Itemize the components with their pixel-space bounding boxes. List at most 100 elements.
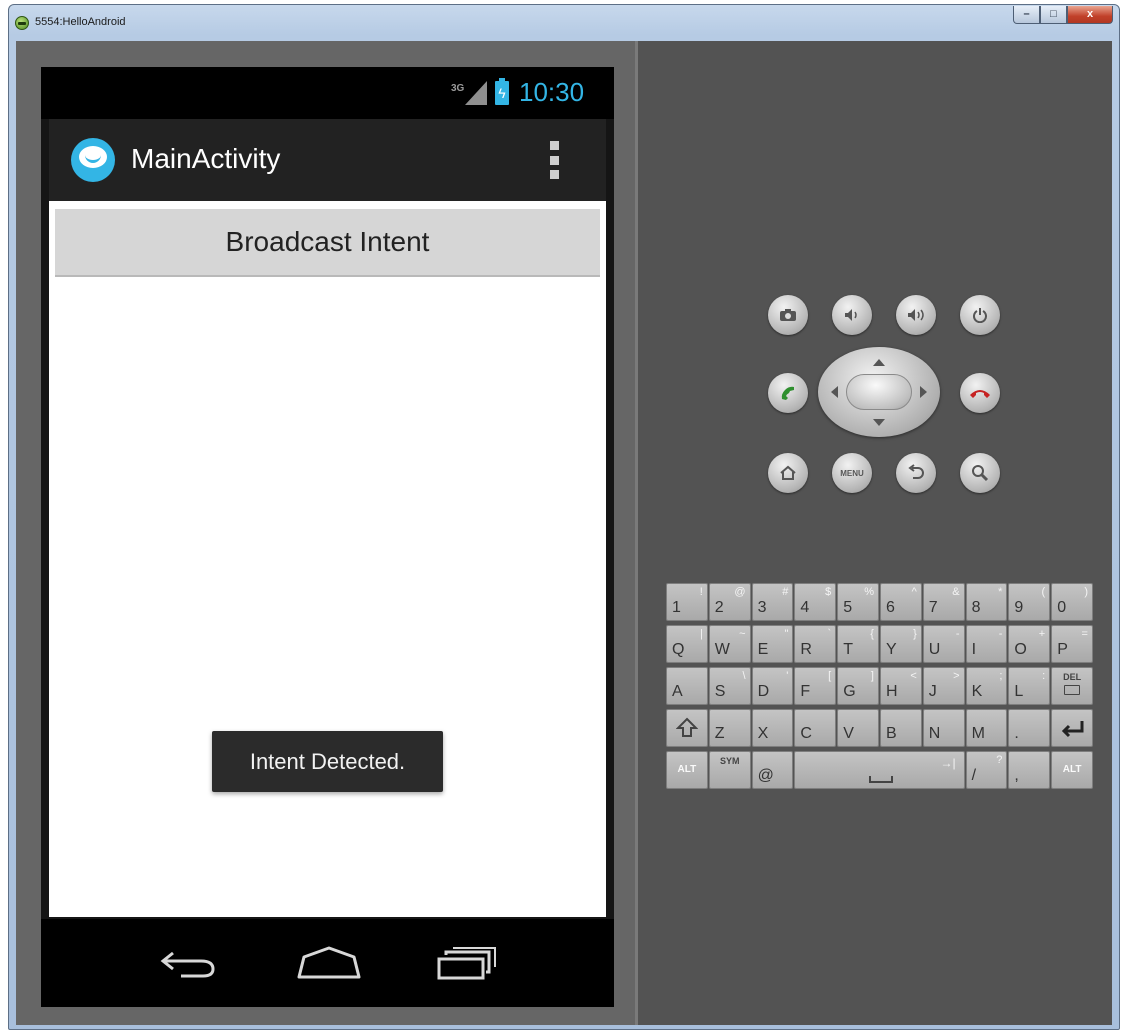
key-h[interactable]: H < — [880, 667, 922, 705]
key-j[interactable]: J > — [922, 667, 965, 705]
key-5[interactable]: 5% — [837, 583, 879, 621]
key-shift-label: $ — [825, 586, 832, 598]
key-r[interactable]: R ` — [794, 625, 837, 663]
key-b[interactable]: B — [880, 709, 922, 747]
key-slash[interactable]: /? — [965, 751, 1008, 789]
end-call-icon[interactable] — [960, 373, 1000, 413]
toast-message: Intent Detected. — [212, 731, 443, 792]
key-shift-label: = — [1081, 628, 1088, 640]
close-button[interactable]: x — [1067, 6, 1113, 24]
key-f[interactable]: F[ — [794, 667, 837, 705]
key-c[interactable]: C — [794, 709, 837, 747]
key-g[interactable]: G] — [837, 667, 879, 705]
key-k[interactable]: K; — [965, 667, 1008, 705]
key-shift-label: ` — [827, 628, 832, 640]
enter-key[interactable] — [1051, 709, 1093, 747]
key-label: A — [672, 683, 683, 700]
dpad-center-button[interactable] — [846, 374, 912, 410]
key-shift-label: % — [864, 586, 874, 598]
key-label: 7 — [928, 599, 938, 616]
backspace-icon — [1064, 685, 1081, 695]
volume-up-icon[interactable] — [896, 295, 936, 335]
key-at[interactable]: @ — [751, 751, 794, 789]
key-label: Q — [672, 641, 685, 658]
key-period[interactable]: . — [1008, 709, 1051, 747]
delete-key[interactable]: DEL — [1051, 667, 1093, 705]
key-2[interactable]: 2 @ — [708, 583, 751, 621]
key-y[interactable]: Y} — [880, 625, 922, 663]
key-m[interactable]: M — [965, 709, 1008, 747]
key-u[interactable]: U- — [922, 625, 965, 663]
key-label: M — [971, 725, 985, 742]
alt-right-key[interactable]: ALT — [1051, 751, 1093, 789]
power-icon[interactable] — [960, 295, 1000, 335]
key-t[interactable]: T{ — [837, 625, 879, 663]
window-controls: – □ x — [1013, 6, 1113, 24]
key-8[interactable]: 8 * — [965, 583, 1008, 621]
recents-icon[interactable] — [436, 945, 498, 981]
signal-strength-icon — [465, 81, 487, 105]
alt-left-key[interactable]: ALT — [666, 751, 708, 789]
dpad-right-icon[interactable] — [920, 386, 927, 398]
shift-key[interactable] — [666, 709, 708, 747]
key-l[interactable]: L: — [1008, 667, 1051, 705]
dpad-up-icon[interactable] — [873, 359, 885, 366]
key-shift-label: : — [1042, 670, 1046, 682]
call-icon[interactable] — [768, 373, 808, 413]
key-d[interactable]: D ' — [751, 667, 794, 705]
key-v[interactable]: V — [837, 709, 879, 747]
key-0[interactable]: 0) — [1051, 583, 1093, 621]
key-label: 8 — [971, 599, 981, 616]
dpad[interactable] — [818, 347, 940, 437]
key-s[interactable]: S \ — [708, 667, 751, 705]
key-e[interactable]: E " — [751, 625, 794, 663]
key-label: 3 — [757, 599, 767, 616]
key-shift-label: ) — [1084, 586, 1088, 598]
back-icon[interactable] — [896, 453, 936, 493]
key-4[interactable]: 4 $ — [794, 583, 837, 621]
search-icon[interactable] — [960, 453, 1000, 493]
volume-down-icon[interactable] — [832, 295, 872, 335]
key-1[interactable]: 1! — [666, 583, 708, 621]
key-6[interactable]: 6 ^ — [880, 583, 922, 621]
key-label: SYM — [719, 756, 740, 766]
dpad-down-icon[interactable] — [873, 419, 885, 426]
home-icon[interactable] — [296, 945, 362, 981]
key-z[interactable]: Z — [708, 709, 751, 747]
key-w[interactable]: W ~ — [708, 625, 751, 663]
key-n[interactable]: N — [922, 709, 965, 747]
home-icon[interactable] — [768, 453, 808, 493]
dpad-left-icon[interactable] — [831, 386, 838, 398]
app-logo-icon[interactable] — [71, 138, 115, 182]
back-icon[interactable] — [159, 947, 217, 979]
window-titlebar[interactable]: 5554:HelloAndroid – □ x — [9, 5, 1119, 41]
key-label: S — [714, 683, 726, 700]
minimize-button[interactable]: – — [1013, 6, 1040, 24]
menu-icon[interactable]: MENU — [832, 453, 872, 493]
key-label: . — [1014, 725, 1019, 742]
key-comma[interactable]: , — [1008, 751, 1051, 789]
broadcast-intent-button[interactable]: Broadcast Intent — [55, 209, 600, 277]
key-shift-label: < — [910, 670, 917, 682]
key-i[interactable]: I- — [965, 625, 1008, 663]
key-label: @ — [757, 767, 774, 784]
key-shift-label: ! — [699, 586, 703, 598]
maximize-button[interactable]: □ — [1040, 6, 1067, 24]
key-label: J — [928, 683, 937, 700]
key-3[interactable]: 3 # — [751, 583, 794, 621]
emulator-client-area: 3G ϟ 10:30 MainActivity Broadcast Intent… — [16, 41, 1112, 1025]
key-x[interactable]: X — [751, 709, 794, 747]
key-7[interactable]: 7 & — [922, 583, 965, 621]
key-label: O — [1014, 641, 1027, 658]
key-q[interactable]: Q | — [666, 625, 708, 663]
key-9[interactable]: 9( — [1008, 583, 1051, 621]
key-a[interactable]: A — [666, 667, 708, 705]
shift-arrow-icon — [676, 717, 698, 737]
key-p[interactable]: P = — [1051, 625, 1093, 663]
sym-key[interactable]: SYM — [708, 751, 751, 789]
key-label: I — [971, 641, 977, 658]
overflow-menu-icon[interactable] — [550, 141, 560, 179]
space-key[interactable]: →| — [794, 751, 965, 789]
key-o[interactable]: O + — [1008, 625, 1051, 663]
camera-icon[interactable] — [768, 295, 808, 335]
